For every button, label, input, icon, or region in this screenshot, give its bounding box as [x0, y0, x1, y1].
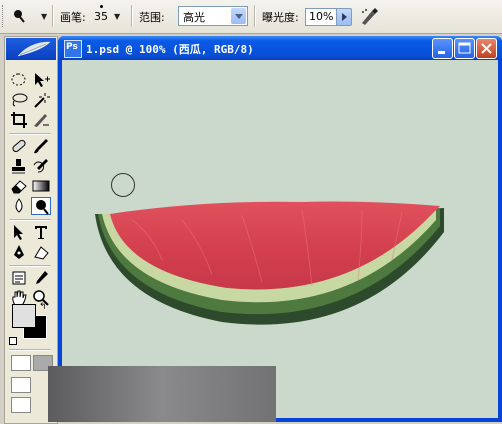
document-title: 1.psd @ 100% (西瓜, RGB/8) — [86, 43, 254, 56]
history-brush-tool[interactable] — [31, 157, 51, 175]
dodge-icon — [36, 200, 49, 215]
brush-tool[interactable] — [31, 137, 51, 155]
lasso-tool[interactable] — [9, 91, 29, 109]
watermelon-slice-image — [95, 201, 444, 325]
gradient-tool[interactable] — [31, 177, 51, 195]
document-titlebar[interactable]: 1.psd @ 100% (西瓜, RGB/8) — [58, 36, 502, 60]
chevron-down-icon[interactable] — [231, 8, 246, 24]
eraser-tool[interactable] — [9, 177, 29, 195]
maximize-icon — [458, 42, 471, 54]
marquee-tool[interactable] — [9, 71, 29, 89]
shape-tool[interactable] — [31, 243, 51, 261]
gradient-icon — [32, 180, 50, 192]
brush-size: 35 — [94, 10, 108, 23]
clone-stamp-icon — [12, 159, 25, 174]
minimize-icon — [438, 51, 445, 54]
document-window: 1.psd @ 100% (西瓜, RGB/8) — [58, 36, 502, 422]
options-bar-grip[interactable] — [2, 5, 6, 27]
separator — [131, 5, 133, 27]
photoshop-document-icon — [64, 40, 82, 58]
pen-icon — [14, 245, 24, 259]
eraser-icon — [11, 180, 27, 194]
marquee-icon — [11, 73, 26, 86]
dodge-tool[interactable] — [31, 197, 51, 215]
separator — [9, 349, 51, 351]
brush-tip-icon — [99, 5, 103, 8]
range-value: 高光 — [183, 11, 205, 24]
feather-logo-icon — [17, 41, 51, 57]
slice-icon — [34, 114, 49, 127]
shape-icon — [34, 246, 49, 260]
swap-colors-icon[interactable]: ↰ — [39, 302, 47, 312]
type-icon — [35, 226, 47, 239]
brush-icon — [34, 139, 48, 154]
maximize-button[interactable] — [454, 38, 475, 59]
foreground-color-swatch[interactable] — [12, 304, 36, 328]
close-icon — [481, 43, 492, 54]
move-tool[interactable] — [31, 71, 51, 89]
exposure-input[interactable]: 10% — [305, 8, 337, 26]
magic-wand-tool[interactable] — [31, 91, 51, 109]
blur-tool[interactable] — [9, 197, 29, 215]
history-brush-icon — [33, 159, 48, 173]
minimize-button[interactable] — [432, 38, 453, 59]
range-label: 范围: — [139, 11, 165, 24]
brush-cursor — [111, 173, 135, 197]
brush-dropdown-icon[interactable]: ▼ — [114, 12, 120, 21]
healing-brush-tool[interactable] — [9, 137, 29, 155]
separator — [254, 5, 256, 27]
standard-mode-button[interactable] — [11, 355, 31, 371]
close-button[interactable] — [476, 38, 497, 59]
dodge-tool-icon[interactable] — [11, 8, 27, 24]
eyedropper-icon — [36, 271, 48, 284]
lasso-icon — [12, 93, 28, 107]
separator — [52, 5, 54, 27]
notes-tool[interactable] — [9, 269, 29, 287]
separator — [9, 265, 51, 267]
airbrush-icon[interactable] — [358, 6, 380, 26]
toolbox-header[interactable] — [6, 38, 56, 60]
brush-label: 画笔: — [60, 11, 86, 24]
move-icon — [35, 73, 50, 87]
pen-tool[interactable] — [9, 243, 29, 261]
crop-icon — [11, 112, 27, 128]
clone-stamp-tool[interactable] — [9, 157, 29, 175]
blur-icon — [15, 198, 23, 213]
healing-brush-icon — [12, 139, 26, 153]
eyedropper-tool[interactable] — [31, 269, 51, 287]
exposure-label: 曝光度: — [262, 11, 299, 24]
brush-preset-picker[interactable]: 35 — [93, 3, 109, 31]
path-selection-tool[interactable] — [9, 223, 29, 241]
crop-tool[interactable] — [9, 111, 29, 129]
options-bar: ▼ 画笔: 35 ▼ 范围: 高光 曝光度: 10% — [0, 0, 502, 34]
exposure-slider-button[interactable] — [336, 8, 352, 26]
separator — [9, 133, 51, 135]
tool-preset-dropdown-icon[interactable]: ▼ — [41, 12, 47, 21]
path-selection-icon — [14, 225, 23, 240]
document-canvas[interactable] — [62, 60, 498, 418]
notes-icon — [12, 271, 26, 285]
blurred-overlay — [48, 366, 276, 422]
slice-tool[interactable] — [31, 111, 51, 129]
jump-to-imageready-button[interactable] — [11, 397, 31, 413]
exposure-value: 10% — [309, 10, 334, 23]
separator — [9, 219, 51, 221]
screen-mode-button[interactable] — [11, 377, 31, 393]
default-colors-icon[interactable] — [9, 337, 17, 345]
type-tool[interactable] — [31, 223, 51, 241]
range-select[interactable]: 高光 — [178, 6, 248, 26]
magic-wand-icon — [34, 93, 50, 108]
